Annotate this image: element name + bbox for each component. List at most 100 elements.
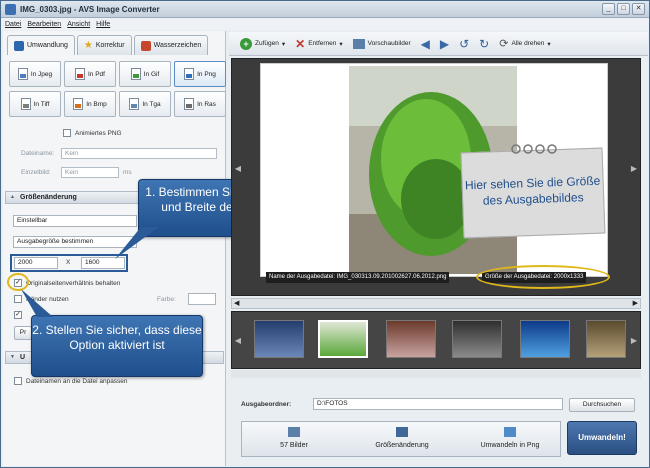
thumbnail-scrollbar[interactable] — [231, 370, 641, 378]
plus-icon: + — [240, 37, 252, 50]
pdf-icon — [75, 68, 85, 80]
preview-button[interactable]: Vorschaubilder — [350, 35, 414, 53]
resize-icon — [396, 427, 408, 437]
thumbnail[interactable] — [254, 320, 304, 358]
tab-watermark[interactable]: Wasserzeichen — [133, 35, 209, 55]
window-title: IMG_0303.jpg - AVS Image Converter — [20, 4, 160, 14]
resize-mode-select[interactable]: Einstellbar — [13, 215, 137, 227]
images-icon — [288, 427, 300, 437]
step-convert-format[interactable]: Umwandeln in Png — [458, 422, 562, 458]
ras-icon — [184, 98, 195, 110]
tab-conversion[interactable]: Umwandlung — [7, 35, 75, 55]
app-icon — [5, 3, 16, 15]
next-button[interactable]: ▶ — [437, 35, 452, 53]
tab-watermark-label: Wasserzeichen — [153, 42, 202, 49]
output-name-info: Name der Ausgabedatei: IMG_030313.09.201… — [266, 272, 450, 283]
animated-png-label: Animiertes PNG — [75, 130, 122, 137]
preview-next-arrow[interactable]: ▶ — [630, 149, 638, 189]
thumbnail[interactable] — [386, 320, 436, 358]
tga-icon — [129, 98, 140, 110]
tab-bar: Umwandlung ★ Korrektur Wasserzeichen — [7, 35, 209, 55]
app-window: IMG_0303.jpg - AVS Image Converter _ □ ✕… — [0, 0, 650, 468]
tab-conversion-label: Umwandlung — [27, 42, 68, 49]
step-resize[interactable]: Größenänderung — [348, 422, 456, 458]
convert-button[interactable]: Umwandeln! — [567, 421, 637, 455]
preview-prev-arrow[interactable]: ◀ — [234, 149, 242, 189]
steps-bar: 57 Bilder Größenänderung Umwandeln in Pn… — [241, 421, 561, 457]
color-label: Farbe: — [157, 296, 176, 303]
keep-ratio-label: Originalseitenverhältnis behalten — [26, 280, 121, 287]
step-images[interactable]: 57 Bilder — [242, 422, 346, 458]
main-toolbar: + Zufügen ▾ ✕ Entfernen ▾ Vorschaubilder ◀… — [229, 32, 648, 56]
format-jpeg-button[interactable]: In Jpeg — [9, 61, 61, 87]
output-size-highlight — [476, 265, 610, 289]
menu-help[interactable]: Hilfe — [96, 21, 110, 28]
note-rings-icon — [511, 144, 557, 154]
previous-button[interactable]: ◀ — [418, 35, 433, 53]
width-input[interactable]: 2000 — [14, 257, 58, 269]
output-folder-label: Ausgabeordner: — [241, 401, 292, 408]
preview-scrollbar[interactable]: ◀ ▶ — [231, 298, 641, 309]
preview-area: ◀ ▶ Hier sehen Sie die Größe des Ausgabe… — [231, 58, 641, 296]
callout-ratio: 2. Stellen Sie sicher, dass diese Option… — [31, 315, 203, 377]
jpeg-icon — [17, 68, 28, 80]
add-button[interactable]: + Zufügen ▾ — [237, 35, 288, 53]
thumbnail-selected[interactable] — [318, 320, 368, 358]
tab-correction[interactable]: ★ Korrektur — [76, 35, 132, 55]
filename-field[interactable]: Kein — [61, 148, 217, 159]
menu-bar: Datei Bearbeiten Ansicht Hilfe — [1, 18, 649, 30]
minimize-button[interactable]: _ — [602, 3, 615, 15]
preview-note: Hier sehen Sie die Größe des Ausgabebild… — [460, 147, 606, 239]
rotate-all-button[interactable]: ⟳ Alle drehen ▾ — [496, 35, 553, 53]
menu-view[interactable]: Ansicht — [67, 21, 90, 28]
format-pdf-button[interactable]: In Pdf — [64, 61, 116, 87]
format-gif-button[interactable]: In Gif — [119, 61, 171, 87]
size-separator: X — [66, 259, 71, 266]
rename-label: Dateinamen an die Datei anpassen — [26, 378, 128, 385]
rotate-left-icon: ↺ — [459, 36, 470, 51]
format-ras-button[interactable]: In Ras — [174, 91, 226, 117]
title-bar: IMG_0303.jpg - AVS Image Converter _ □ ✕ — [1, 1, 649, 18]
arrow-right-icon: ▶ — [439, 36, 450, 51]
arrow-left-icon: ◀ — [420, 36, 430, 51]
conversion-icon — [14, 40, 24, 51]
insert-label: Einzelbild: — [21, 169, 51, 176]
format-tiff-button[interactable]: In Tiff — [9, 91, 61, 117]
browse-button[interactable]: Durchsuchen — [569, 398, 635, 412]
thumbnail[interactable] — [520, 320, 570, 358]
chevron-down-icon: ▾ — [339, 40, 343, 48]
thumb-prev-arrow[interactable]: ◀ — [234, 321, 242, 361]
chevron-down-icon: ▾ — [281, 40, 286, 48]
color-select[interactable] — [188, 293, 216, 305]
thumbnails-icon — [352, 38, 365, 49]
rotate-left-button[interactable]: ↺ — [456, 35, 472, 53]
menu-file[interactable]: Datei — [5, 21, 21, 28]
scroll-right-icon: ▶ — [632, 300, 638, 307]
format-png-button[interactable]: In Png — [174, 61, 226, 87]
thumb-next-arrow[interactable]: ▶ — [630, 321, 638, 361]
format-grid: In Jpeg In Pdf In Gif In Png In Tiff In … — [9, 61, 226, 117]
scroll-left-icon: ◀ — [234, 300, 240, 307]
rotate-right-icon: ↻ — [479, 36, 490, 51]
rotate-right-button[interactable]: ↻ — [476, 35, 492, 53]
remove-button[interactable]: ✕ Entfernen ▾ — [292, 35, 346, 53]
menu-edit[interactable]: Bearbeiten — [27, 21, 61, 28]
thumbnail[interactable] — [452, 320, 502, 358]
insert-unit: ms — [123, 169, 132, 176]
thumbnail[interactable] — [586, 320, 626, 358]
close-button[interactable]: ✕ — [632, 3, 645, 15]
tab-correction-label: Korrektur — [95, 42, 125, 49]
watermark-icon — [140, 40, 151, 51]
insert-field[interactable]: Kein — [61, 167, 119, 178]
rename-checkbox[interactable] — [14, 377, 22, 385]
output-folder-select[interactable]: D:\FOTOS — [313, 398, 563, 410]
format-tga-button[interactable]: In Tga — [119, 91, 171, 117]
animated-png-checkbox[interactable] — [63, 129, 71, 137]
bmp-icon — [73, 98, 84, 110]
png-format-icon — [504, 427, 516, 437]
tiff-icon — [20, 98, 31, 110]
maximize-button[interactable]: □ — [617, 3, 630, 15]
format-bmp-button[interactable]: In Bmp — [64, 91, 116, 117]
left-panel: Umwandlung ★ Korrektur Wasserzeichen In … — [3, 31, 298, 466]
cut-button[interactable]: Pr — [14, 326, 32, 340]
